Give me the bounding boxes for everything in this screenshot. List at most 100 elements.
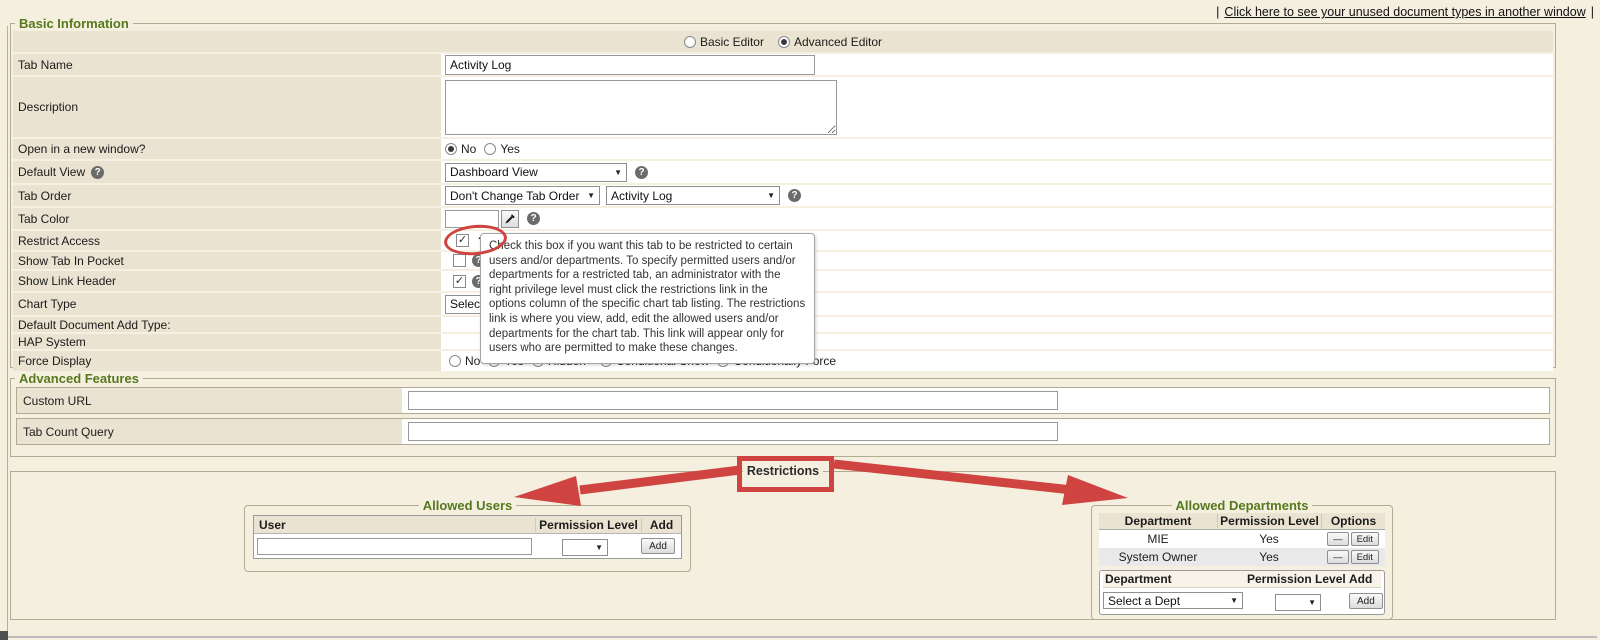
tab-color-input[interactable] (445, 210, 499, 228)
table-row: System Owner Yes — Edit (1099, 548, 1385, 566)
default-view-row: Default View ? Dashboard View ▼ ? (13, 161, 1553, 185)
open-window-yes-radio[interactable]: Yes (484, 142, 520, 156)
restrict-access-tooltip: Check this box if you want this tab to b… (480, 233, 815, 364)
radio-icon[interactable] (484, 143, 496, 155)
advanced-editor-label: Advanced Editor (794, 35, 882, 49)
option-label: No (465, 354, 480, 368)
tab-order-target-select[interactable]: Activity Log ▼ (606, 186, 780, 205)
tab-order-mode-select[interactable]: Don't Change Tab Order ▼ (445, 186, 600, 205)
show-tab-in-pocket-checkbox[interactable] (453, 254, 466, 267)
allowed-users-legend: Allowed Users (419, 498, 517, 513)
permission-level-column-header: Permission Level (1247, 572, 1349, 586)
permission-cell: Yes (1217, 550, 1321, 564)
chevron-down-icon: ▼ (767, 191, 775, 200)
default-view-label: Default View (18, 165, 85, 179)
tab-name-row: Tab Name (13, 54, 1553, 77)
add-department-button[interactable]: Add (1349, 593, 1383, 609)
allowed-departments-header: Department Permission Level Options (1099, 513, 1385, 530)
show-tab-in-pocket-label: Show Tab In Pocket (13, 252, 441, 269)
advanced-features-section: Advanced Features Custom URL Tab Count Q… (10, 371, 1556, 457)
department-select[interactable]: Select a Dept ▼ (1103, 592, 1243, 609)
chevron-down-icon: ▼ (595, 543, 603, 552)
yes-label: Yes (500, 142, 520, 156)
restrict-access-checkbox[interactable]: ✓ (456, 234, 469, 247)
window-bottom-edge (8, 636, 1597, 638)
restrictions-section: Restrictions Allowed Users User Permissi… (10, 464, 1556, 620)
tab-count-query-row: Tab Count Query (16, 418, 1550, 445)
no-label: No (461, 142, 476, 156)
tab-order-row: Tab Order Don't Change Tab Order ▼ Activ… (13, 185, 1553, 208)
options-column-header: Options (1321, 514, 1385, 528)
table-row: MIE Yes — Edit (1099, 530, 1385, 548)
help-icon[interactable]: ? (635, 166, 648, 179)
remove-department-button[interactable]: — (1327, 532, 1349, 546)
edit-department-button[interactable]: Edit (1351, 532, 1379, 546)
department-cell: System Owner (1099, 550, 1217, 564)
custom-url-input[interactable] (408, 391, 1058, 410)
restrict-access-label: Restrict Access (13, 231, 441, 250)
add-user-button[interactable]: Add (641, 538, 675, 554)
allowed-departments-legend: Allowed Departments (1172, 498, 1313, 513)
chevron-down-icon: ▼ (1230, 596, 1238, 605)
window-left-edge (7, 26, 8, 636)
open-new-window-label: Open in a new window? (13, 139, 441, 159)
custom-url-row: Custom URL (16, 387, 1550, 414)
remove-department-button[interactable]: — (1327, 550, 1349, 564)
default-view-value: Dashboard View (450, 165, 538, 179)
help-icon[interactable]: ? (788, 189, 801, 202)
default-document-add-type-label: Default Document Add Type: (13, 317, 441, 332)
tab-name-label: Tab Name (13, 54, 441, 75)
chevron-down-icon: ▼ (614, 168, 622, 177)
hap-system-label: HAP System (13, 334, 441, 349)
open-window-no-radio[interactable]: No (445, 142, 476, 156)
description-row: Description (13, 77, 1553, 139)
open-new-window-row: Open in a new window? No Yes (13, 139, 1553, 161)
user-column-header: User (254, 518, 535, 532)
allowed-users-table: User Permission Level Add ▼ Add (253, 515, 682, 559)
tab-order-mode-value: Don't Change Tab Order (450, 189, 579, 203)
window-corner (0, 631, 8, 640)
custom-url-label: Custom URL (17, 388, 402, 413)
force-display-no-radio[interactable]: No (449, 354, 480, 368)
allowed-departments-table: Department Permission Level Options MIE … (1099, 513, 1385, 566)
chevron-down-icon: ▼ (587, 191, 595, 200)
radio-icon[interactable] (449, 355, 461, 367)
show-link-header-label: Show Link Header (13, 271, 441, 291)
chart-type-label: Chart Type (13, 293, 441, 315)
tab-order-label: Tab Order (13, 185, 441, 206)
description-textarea[interactable] (445, 80, 837, 135)
permission-cell: Yes (1217, 532, 1321, 546)
radio-selected-icon[interactable] (445, 143, 457, 155)
advanced-editor-radio[interactable]: Advanced Editor (778, 35, 882, 49)
tab-count-query-input[interactable] (408, 422, 1058, 441)
radio-icon[interactable] (684, 36, 696, 48)
tab-order-target-value: Activity Log (611, 189, 672, 203)
permission-level-column-header: Permission Level (535, 518, 641, 532)
add-column-header: Add (1349, 572, 1381, 586)
add-column-header: Add (641, 518, 681, 532)
edit-department-button[interactable]: Edit (1351, 550, 1379, 564)
department-cell: MIE (1099, 532, 1217, 546)
basic-editor-label: Basic Editor (700, 35, 764, 49)
radio-selected-icon[interactable] (778, 36, 790, 48)
basic-editor-radio[interactable]: Basic Editor (684, 35, 764, 49)
show-link-header-checkbox[interactable]: ✓ (453, 275, 466, 288)
tab-name-input[interactable] (445, 55, 815, 75)
tab-color-label: Tab Color (13, 208, 441, 229)
department-select-value: Select a Dept (1108, 594, 1180, 608)
advanced-features-legend: Advanced Features (15, 371, 143, 386)
add-department-form: Department Permission Level Add Select a… (1099, 570, 1385, 615)
user-permission-select[interactable]: ▼ (562, 539, 608, 556)
department-column-header: Department (1103, 572, 1247, 586)
user-input[interactable] (257, 538, 532, 555)
help-icon[interactable]: ? (91, 166, 104, 179)
chart-tab-editor-page: | Click here to see your unused document… (0, 0, 1600, 640)
allowed-users-section: Allowed Users User Permission Level Add … (244, 498, 691, 572)
allowed-users-header: User Permission Level Add (254, 516, 681, 534)
separator: | (1591, 5, 1594, 19)
help-icon[interactable]: ? (527, 212, 540, 225)
color-picker-button[interactable] (501, 210, 519, 228)
default-view-select[interactable]: Dashboard View ▼ (445, 163, 627, 182)
department-permission-select[interactable]: ▼ (1275, 594, 1321, 611)
add-department-row: Select a Dept ▼ ▼ Add (1103, 591, 1381, 611)
